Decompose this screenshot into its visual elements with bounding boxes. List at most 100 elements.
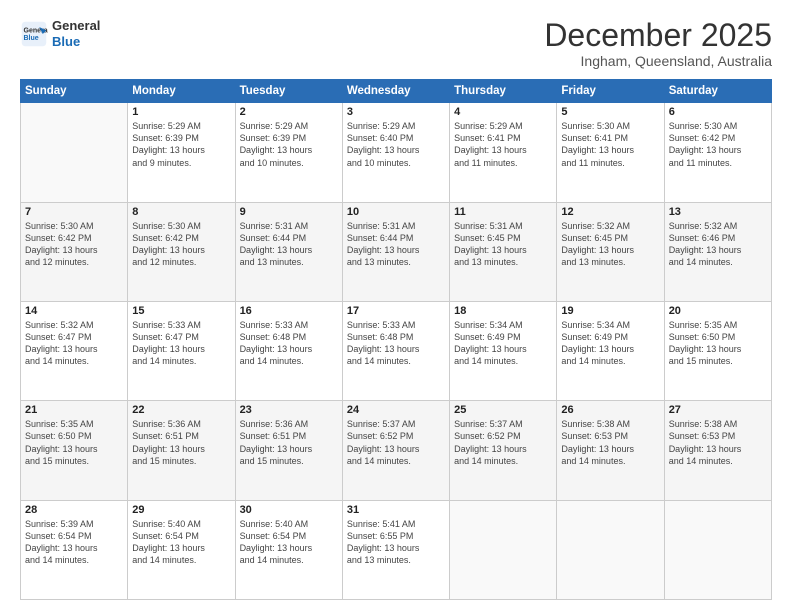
day-number: 3 xyxy=(347,106,445,118)
day-info: Sunrise: 5:29 AM Sunset: 6:40 PM Dayligh… xyxy=(347,120,445,169)
day-info: Sunrise: 5:36 AM Sunset: 6:51 PM Dayligh… xyxy=(240,418,338,467)
day-number: 28 xyxy=(25,504,123,516)
calendar-cell: 8 Sunrise: 5:30 AM Sunset: 6:42 PM Daylig… xyxy=(128,202,235,301)
day-info: Sunrise: 5:34 AM Sunset: 6:49 PM Dayligh… xyxy=(561,319,659,368)
day-info: Sunrise: 5:31 AM Sunset: 6:44 PM Dayligh… xyxy=(240,220,338,269)
calendar-week-row-0: 1Sunrise: 5:29 AM Sunset: 6:39 PM Daylig… xyxy=(21,103,772,202)
day-number: 19 xyxy=(561,305,659,317)
day-number: 17 xyxy=(347,305,445,317)
day-info: Sunrise: 5:40 AM Sunset: 6:54 PM Dayligh… xyxy=(132,518,230,567)
calendar-cell: 9 Sunrise: 5:31 AM Sunset: 6:44 PM Daylig… xyxy=(235,202,342,301)
day-number: 31 xyxy=(347,504,445,516)
header-friday: Friday xyxy=(557,80,664,103)
day-info: Sunrise: 5:36 AM Sunset: 6:51 PM Dayligh… xyxy=(132,418,230,467)
title-area: December 2025 Ingham, Queensland, Austra… xyxy=(544,18,772,69)
calendar-cell: 28Sunrise: 5:39 AM Sunset: 6:54 PM Dayli… xyxy=(21,500,128,599)
day-info: Sunrise: 5:30 AM Sunset: 6:42 PM Dayligh… xyxy=(25,220,123,269)
day-number: 23 xyxy=(240,404,338,416)
calendar-cell: 11 Sunrise: 5:31 AM Sunset: 6:45 PM Dayli… xyxy=(450,202,557,301)
calendar-cell: 18 Sunrise: 5:34 AM Sunset: 6:49 PM Dayli… xyxy=(450,301,557,400)
day-number: 6 xyxy=(669,106,767,118)
calendar-week-row-4: 28Sunrise: 5:39 AM Sunset: 6:54 PM Dayli… xyxy=(21,500,772,599)
logo-line1: General xyxy=(52,18,100,34)
calendar-cell xyxy=(557,500,664,599)
day-number: 24 xyxy=(347,404,445,416)
day-info: Sunrise: 5:37 AM Sunset: 6:52 PM Dayligh… xyxy=(454,418,552,467)
day-number: 2 xyxy=(240,106,338,118)
calendar-week-row-3: 21Sunrise: 5:35 AM Sunset: 6:50 PM Dayli… xyxy=(21,401,772,500)
day-info: Sunrise: 5:35 AM Sunset: 6:50 PM Dayligh… xyxy=(25,418,123,467)
calendar-cell: 6 Sunrise: 5:30 AM Sunset: 6:42 PM Daylig… xyxy=(664,103,771,202)
day-number: 18 xyxy=(454,305,552,317)
day-info: Sunrise: 5:33 AM Sunset: 6:48 PM Dayligh… xyxy=(240,319,338,368)
day-info: Sunrise: 5:31 AM Sunset: 6:44 PM Dayligh… xyxy=(347,220,445,269)
day-number: 14 xyxy=(25,305,123,317)
header: General Blue General Blue December 2025 … xyxy=(20,18,772,69)
calendar-cell: 12 Sunrise: 5:32 AM Sunset: 6:45 PM Dayli… xyxy=(557,202,664,301)
day-number: 9 xyxy=(240,206,338,218)
calendar-cell: 20 Sunrise: 5:35 AM Sunset: 6:50 PM Dayli… xyxy=(664,301,771,400)
calendar-week-row-2: 14 Sunrise: 5:32 AM Sunset: 6:47 PM Dayli… xyxy=(21,301,772,400)
location-subtitle: Ingham, Queensland, Australia xyxy=(544,53,772,69)
header-saturday: Saturday xyxy=(664,80,771,103)
day-number: 11 xyxy=(454,206,552,218)
day-number: 12 xyxy=(561,206,659,218)
svg-text:Blue: Blue xyxy=(24,35,39,42)
calendar-cell: 19 Sunrise: 5:34 AM Sunset: 6:49 PM Dayli… xyxy=(557,301,664,400)
day-number: 1 xyxy=(132,106,230,118)
day-info: Sunrise: 5:35 AM Sunset: 6:50 PM Dayligh… xyxy=(669,319,767,368)
calendar-cell: 25 Sunrise: 5:37 AM Sunset: 6:52 PM Dayli… xyxy=(450,401,557,500)
day-number: 25 xyxy=(454,404,552,416)
day-number: 20 xyxy=(669,305,767,317)
calendar-cell: 3 Sunrise: 5:29 AM Sunset: 6:40 PM Daylig… xyxy=(342,103,449,202)
calendar-cell: 24Sunrise: 5:37 AM Sunset: 6:52 PM Dayli… xyxy=(342,401,449,500)
calendar-cell: 2Sunrise: 5:29 AM Sunset: 6:39 PM Daylig… xyxy=(235,103,342,202)
day-info: Sunrise: 5:30 AM Sunset: 6:42 PM Dayligh… xyxy=(669,120,767,169)
calendar-week-row-1: 7 Sunrise: 5:30 AM Sunset: 6:42 PM Daylig… xyxy=(21,202,772,301)
calendar-cell: 10 Sunrise: 5:31 AM Sunset: 6:44 PM Dayli… xyxy=(342,202,449,301)
logo: General Blue General Blue xyxy=(20,18,100,49)
day-number: 15 xyxy=(132,305,230,317)
day-number: 16 xyxy=(240,305,338,317)
calendar-cell: 27Sunrise: 5:38 AM Sunset: 6:53 PM Dayli… xyxy=(664,401,771,500)
logo-line2: Blue xyxy=(52,34,100,50)
day-info: Sunrise: 5:31 AM Sunset: 6:45 PM Dayligh… xyxy=(454,220,552,269)
day-info: Sunrise: 5:41 AM Sunset: 6:55 PM Dayligh… xyxy=(347,518,445,567)
day-number: 7 xyxy=(25,206,123,218)
day-info: Sunrise: 5:33 AM Sunset: 6:48 PM Dayligh… xyxy=(347,319,445,368)
day-number: 10 xyxy=(347,206,445,218)
calendar-cell: 22 Sunrise: 5:36 AM Sunset: 6:51 PM Dayli… xyxy=(128,401,235,500)
day-info: Sunrise: 5:29 AM Sunset: 6:41 PM Dayligh… xyxy=(454,120,552,169)
calendar-cell: 29Sunrise: 5:40 AM Sunset: 6:54 PM Dayli… xyxy=(128,500,235,599)
calendar-cell: 26Sunrise: 5:38 AM Sunset: 6:53 PM Dayli… xyxy=(557,401,664,500)
header-wednesday: Wednesday xyxy=(342,80,449,103)
header-tuesday: Tuesday xyxy=(235,80,342,103)
day-info: Sunrise: 5:34 AM Sunset: 6:49 PM Dayligh… xyxy=(454,319,552,368)
day-number: 22 xyxy=(132,404,230,416)
day-number: 27 xyxy=(669,404,767,416)
calendar-cell xyxy=(664,500,771,599)
weekday-header-row: Sunday Monday Tuesday Wednesday Thursday… xyxy=(21,80,772,103)
day-info: Sunrise: 5:32 AM Sunset: 6:45 PM Dayligh… xyxy=(561,220,659,269)
page: General Blue General Blue December 2025 … xyxy=(0,0,792,612)
logo-icon: General Blue xyxy=(20,20,48,48)
calendar-cell: 1Sunrise: 5:29 AM Sunset: 6:39 PM Daylig… xyxy=(128,103,235,202)
day-number: 13 xyxy=(669,206,767,218)
day-number: 4 xyxy=(454,106,552,118)
calendar-cell: 7 Sunrise: 5:30 AM Sunset: 6:42 PM Daylig… xyxy=(21,202,128,301)
header-thursday: Thursday xyxy=(450,80,557,103)
day-info: Sunrise: 5:32 AM Sunset: 6:47 PM Dayligh… xyxy=(25,319,123,368)
calendar-table: Sunday Monday Tuesday Wednesday Thursday… xyxy=(20,79,772,600)
calendar-cell: 15Sunrise: 5:33 AM Sunset: 6:47 PM Dayli… xyxy=(128,301,235,400)
header-sunday: Sunday xyxy=(21,80,128,103)
calendar-cell: 13 Sunrise: 5:32 AM Sunset: 6:46 PM Dayli… xyxy=(664,202,771,301)
calendar-cell: 23 Sunrise: 5:36 AM Sunset: 6:51 PM Dayli… xyxy=(235,401,342,500)
calendar-cell: 17 Sunrise: 5:33 AM Sunset: 6:48 PM Dayli… xyxy=(342,301,449,400)
day-info: Sunrise: 5:38 AM Sunset: 6:53 PM Dayligh… xyxy=(561,418,659,467)
day-number: 8 xyxy=(132,206,230,218)
day-number: 5 xyxy=(561,106,659,118)
day-info: Sunrise: 5:32 AM Sunset: 6:46 PM Dayligh… xyxy=(669,220,767,269)
calendar-cell: 30Sunrise: 5:40 AM Sunset: 6:54 PM Dayli… xyxy=(235,500,342,599)
day-info: Sunrise: 5:30 AM Sunset: 6:42 PM Dayligh… xyxy=(132,220,230,269)
calendar-cell: 16 Sunrise: 5:33 AM Sunset: 6:48 PM Dayli… xyxy=(235,301,342,400)
